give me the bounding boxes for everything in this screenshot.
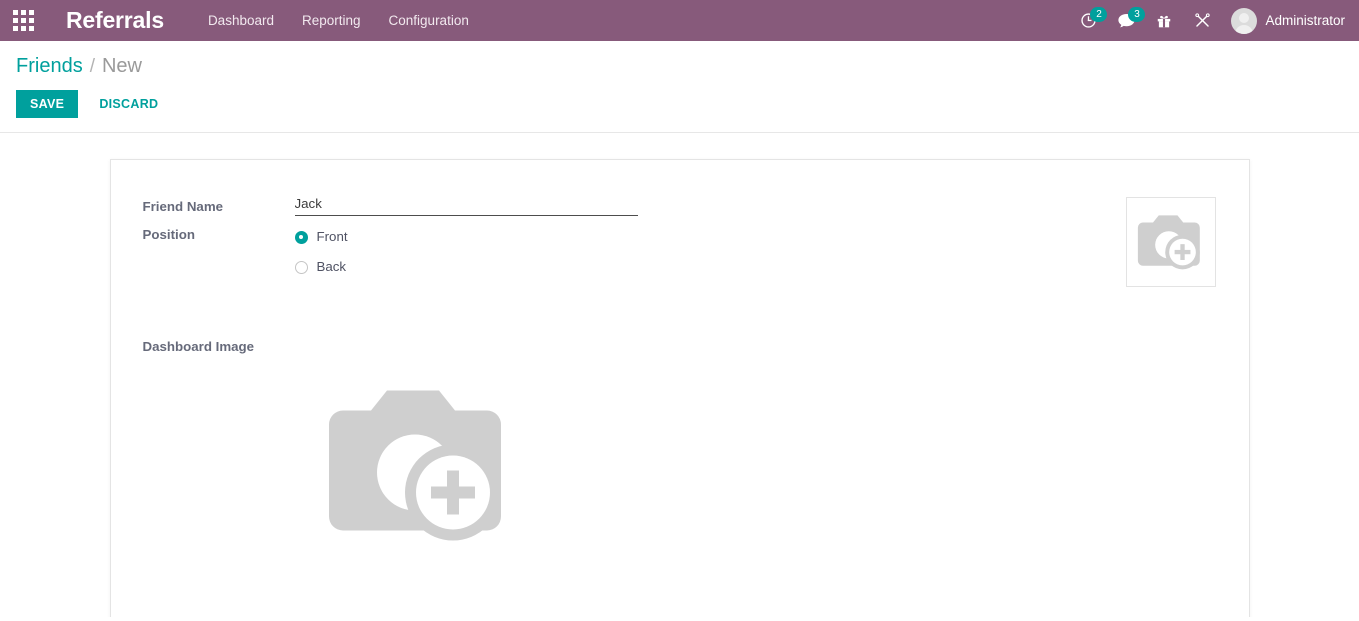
gift-box-icon: [1158, 15, 1171, 27]
friend-name-label: Friend Name: [142, 199, 224, 214]
friend-name-input[interactable]: [294, 194, 638, 216]
save-button[interactable]: SAVE: [16, 90, 79, 118]
breadcrumb-item-current: New: [101, 55, 142, 77]
activity-menu-button[interactable]: 2: [1069, 0, 1108, 41]
image-upload-large[interactable]: [321, 377, 521, 557]
menu-item-configuration[interactable]: Configuration: [375, 0, 483, 41]
menu-item-dashboard[interactable]: Dashboard: [194, 0, 288, 41]
app-brand-title[interactable]: Referrals: [66, 7, 164, 34]
main-menu: Dashboard Reporting Configuration: [194, 0, 483, 41]
field-position-row: Position Front Back: [143, 220, 1126, 282]
user-name-label: Administrator: [1265, 13, 1345, 28]
radio-option-back[interactable]: Back: [294, 252, 1126, 282]
position-label: Position: [142, 227, 195, 242]
menu-item-reporting[interactable]: Reporting: [288, 0, 375, 41]
apps-menu-button[interactable]: [0, 0, 46, 41]
record-action-buttons: SAVE DISCARD: [16, 80, 1343, 132]
breadcrumb: Friends / New: [16, 41, 1343, 80]
dashboard-image-group: Dashboard Image: [143, 337, 1217, 557]
top-navbar: Referrals Dashboard Reporting Configurat…: [0, 0, 1359, 41]
form-fields: Friend Name Position Front: [143, 192, 1126, 285]
debug-menu-button[interactable]: [1183, 0, 1221, 41]
position-radio-group: Front Back: [294, 220, 1126, 282]
user-menu-button[interactable]: Administrator: [1221, 7, 1345, 34]
radio-front-indicator[interactable]: [294, 230, 308, 244]
image-upload-small[interactable]: [1125, 197, 1216, 287]
breadcrumb-item-friends[interactable]: Friends: [16, 53, 83, 79]
form-sheet: Friend Name Position Front: [109, 159, 1250, 617]
activity-badge-count: 2: [1090, 7, 1108, 22]
apps-grid-icon: [12, 10, 34, 31]
messages-badge-count: 3: [1128, 7, 1146, 22]
form-top-group: Friend Name Position Front: [143, 192, 1217, 287]
messages-menu-button[interactable]: 3: [1107, 0, 1146, 41]
field-friend-name-row: Friend Name: [143, 192, 1126, 217]
user-avatar: [1231, 7, 1258, 34]
camera-add-placeholder-icon: [328, 390, 501, 541]
gift-menu-button[interactable]: [1145, 0, 1183, 41]
radio-back-indicator[interactable]: [294, 260, 308, 274]
control-panel: Friends / New SAVE DISCARD: [0, 41, 1359, 133]
discard-button[interactable]: DISCARD: [88, 90, 169, 118]
radio-back-label[interactable]: Back: [317, 258, 347, 276]
form-area: Friend Name Position Front: [0, 133, 1359, 617]
radio-option-front[interactable]: Front: [294, 222, 1126, 252]
breadcrumb-separator: /: [89, 56, 95, 77]
dashboard-image-label: Dashboard Image: [142, 339, 255, 354]
debug-tools-icon: [1195, 13, 1210, 27]
systray: 2 3 Administrator: [1069, 0, 1359, 41]
camera-add-placeholder-icon: [1137, 215, 1200, 270]
radio-front-label[interactable]: Front: [317, 228, 348, 246]
